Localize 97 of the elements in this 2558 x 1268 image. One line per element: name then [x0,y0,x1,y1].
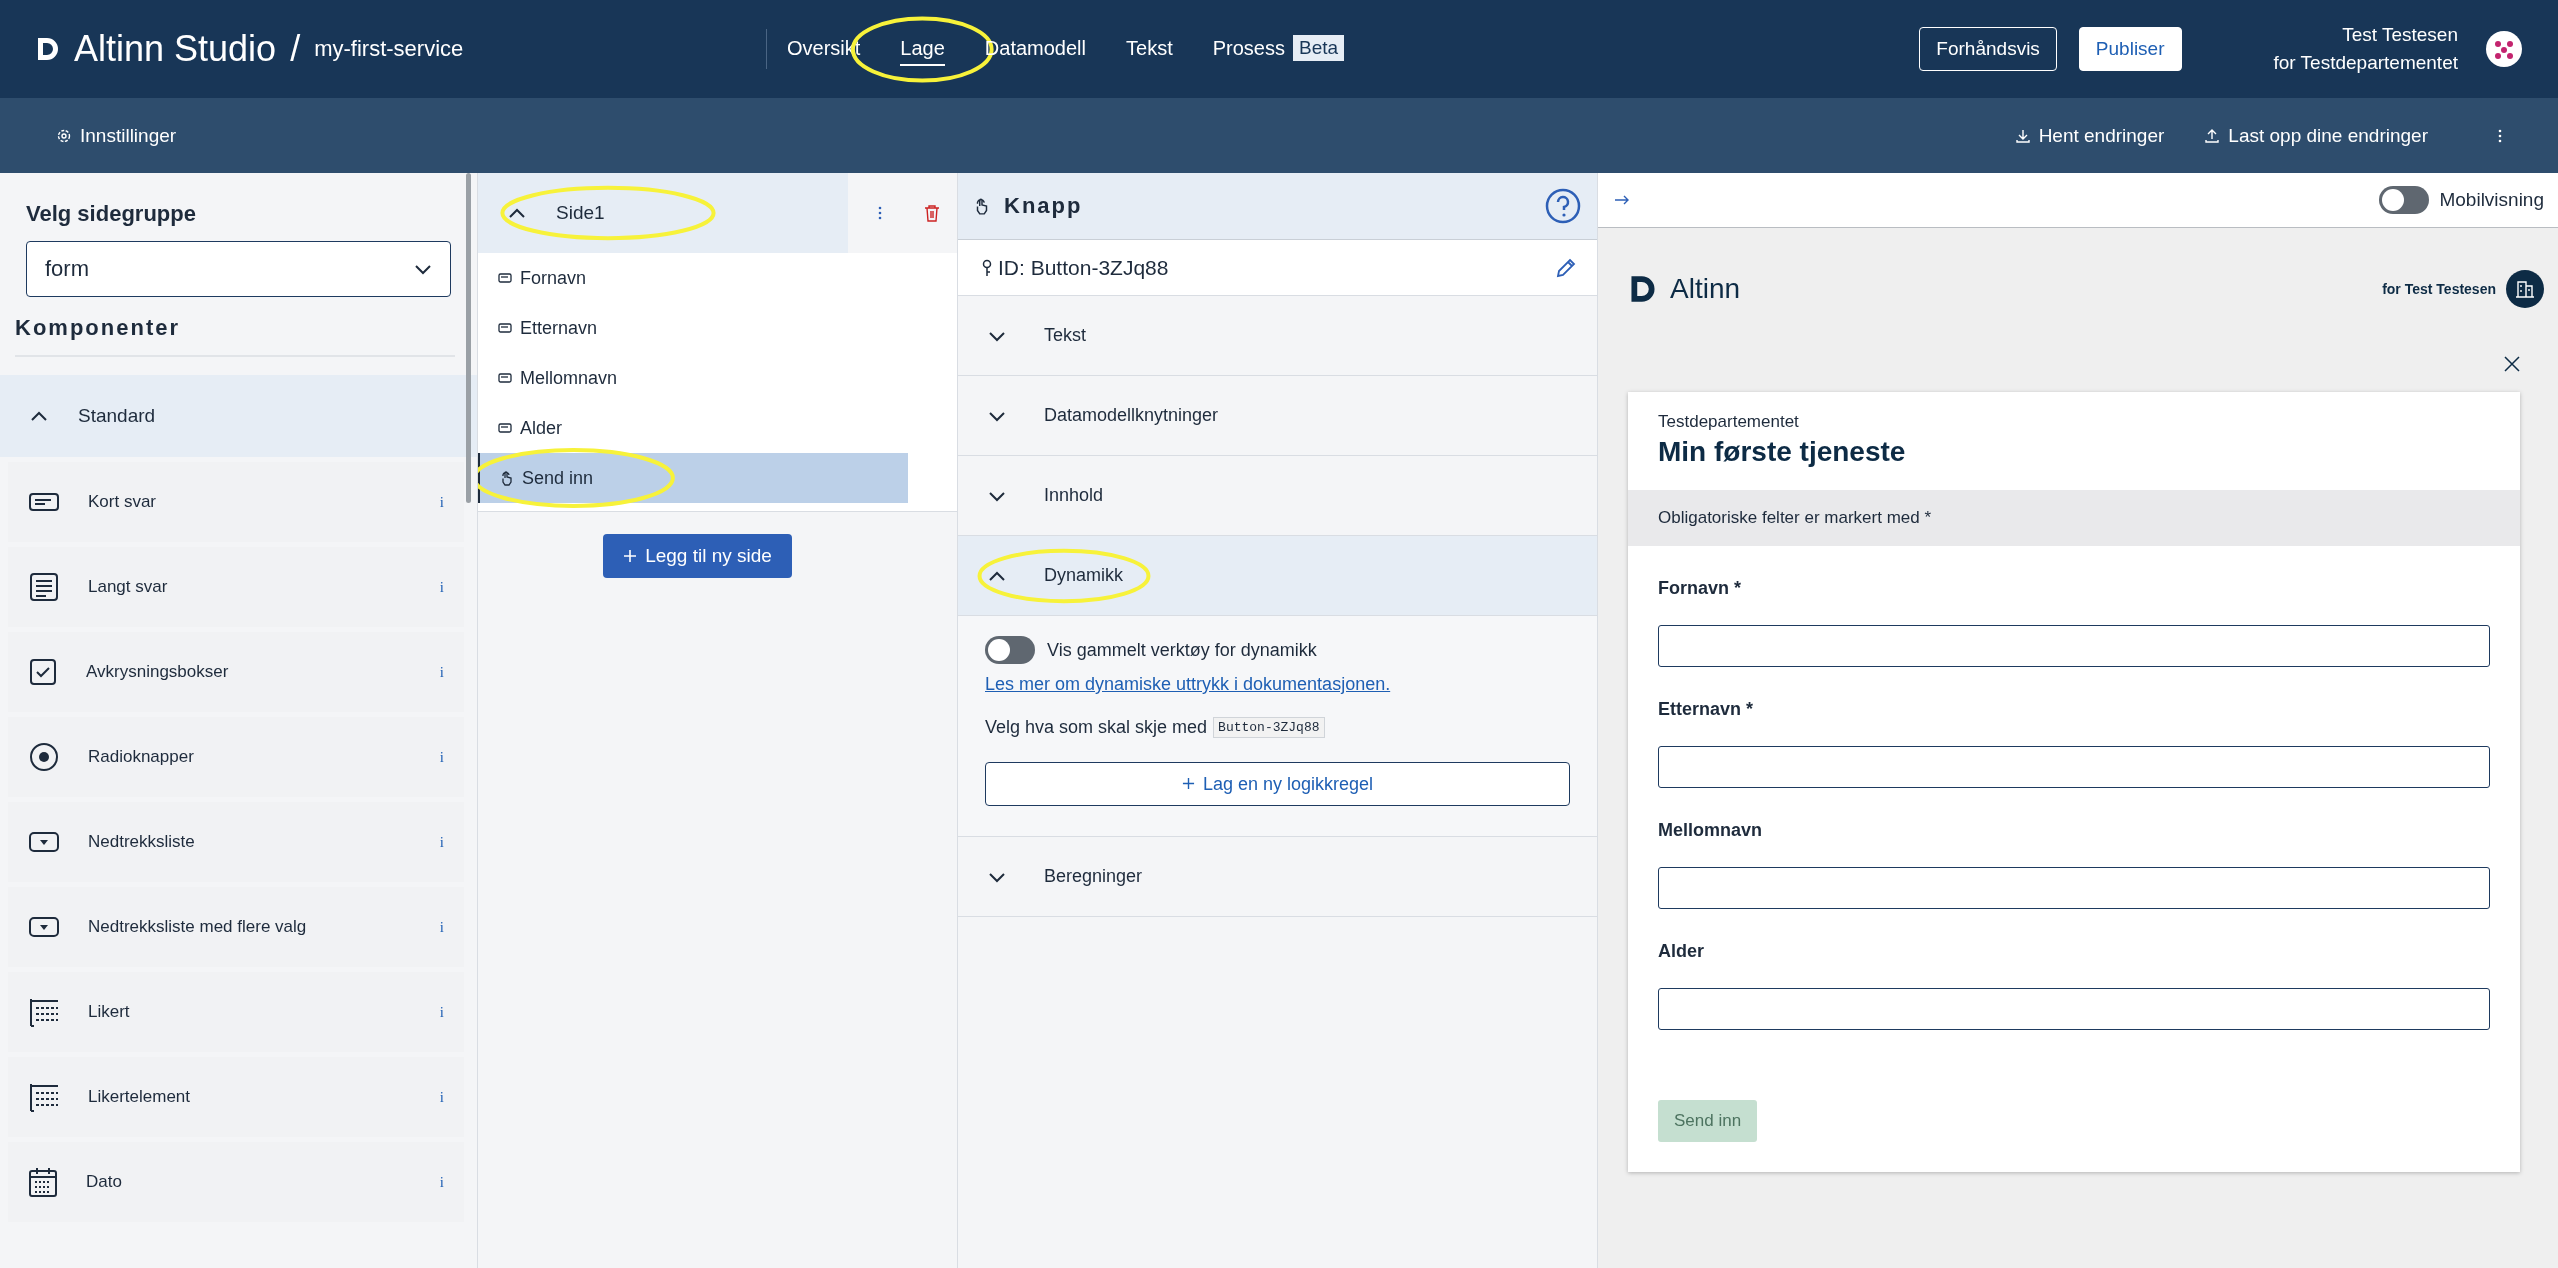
brand-name: Altinn [1670,273,1741,305]
app-logo: Altinn Studio [74,28,277,70]
chevron-down-icon [988,409,1006,422]
logo-icon [36,36,60,62]
rule-prompt: Velg hva som skal skje med [985,717,1208,738]
page-header[interactable]: Side1 [478,173,848,253]
plus-icon [1181,776,1195,790]
settings-link[interactable]: Innstillinger [56,124,177,147]
building-icon[interactable] [2506,270,2544,308]
scrollbar[interactable] [466,173,471,503]
dropdown-icon [28,915,60,939]
help-icon[interactable] [1545,188,1581,224]
page-group-select[interactable]: form [26,241,451,297]
panel-title: Knapp [1004,193,1083,219]
component-id-code: Button-3ZJq88 [1213,717,1325,738]
field-label: Fornavn * [1658,578,1742,599]
panel-title: Komponenter [15,315,455,357]
chevron-down-icon [988,489,1006,502]
calendar-icon [28,1166,58,1198]
hand-pointer-icon [974,197,990,215]
tree-item[interactable]: Send inn [478,453,908,503]
toggle-switch[interactable] [985,636,1035,664]
hand-pointer-icon [500,470,514,486]
party-name: for Test Testesen [2382,281,2496,297]
gear-icon [56,127,72,144]
nav-tab[interactable]: Lage [900,32,945,66]
dropdown-icon [28,830,60,854]
user-org: for Testdepartementet [2273,51,2458,75]
key-icon [982,258,992,277]
documentation-link[interactable]: Les mer om dynamiske uttrykk i dokumentasjonen. [985,674,1391,695]
chevron-down-icon [988,870,1006,883]
beta-badge: Beta [1292,35,1345,61]
tree-item[interactable]: Alder [478,403,908,453]
section-label: Velg sidegruppe [26,201,197,227]
toggle-switch[interactable] [2379,186,2430,214]
accordion-header[interactable]: Dynamikk [958,536,1597,616]
radio-icon [28,741,60,773]
field-label: Alder [1658,941,1705,962]
download-icon [2014,127,2031,144]
tree-item[interactable]: Etternavn [478,303,908,353]
fetch-changes-link[interactable]: Hent endringer [2014,124,2165,147]
info-icon[interactable]: i [439,663,444,681]
nav-tab[interactable]: Tekst [1126,32,1173,66]
upload-changes-link[interactable]: Last opp dine endringer [2204,124,2428,147]
text-field-icon [498,322,512,334]
checkbox-icon [28,657,58,687]
text-area-icon [28,571,60,603]
delete-icon[interactable] [924,204,940,222]
info-icon[interactable]: i [439,748,444,766]
form-title: Min første tjeneste [1658,436,1907,468]
info-icon[interactable]: i [439,578,444,596]
component-id: ID: Button-3ZJq88 [998,255,1169,280]
more-icon[interactable] [2498,127,2502,144]
info-icon[interactable]: i [439,918,444,936]
input-field[interactable] [1658,988,2490,1030]
add-page-button[interactable]: Legg til ny side [603,534,792,578]
text-field-icon [498,272,512,284]
app-name: my-first-service [314,36,464,62]
plus-icon [623,549,638,563]
info-icon[interactable]: i [439,1088,444,1106]
add-rule-button[interactable]: Lag en ny logikkregel [985,762,1570,806]
preview-button[interactable]: Forhåndsvis [1919,27,2057,71]
tree-item[interactable]: Mellomnavn [478,353,908,403]
field-label: Mellomnavn [1658,820,1764,841]
toggle-label: Vis gammelt verktøy for dynamikk [1047,639,1317,661]
category-header[interactable]: Standard [0,375,477,457]
field-label: Etternavn * [1658,699,1755,720]
likert-icon [28,997,60,1027]
close-icon[interactable] [2504,356,2520,372]
chevron-up-icon [988,569,1006,582]
likert-icon [28,1082,60,1112]
publish-button[interactable]: Publiser [2078,27,2182,71]
chevron-up-icon [30,410,48,422]
input-field[interactable] [1658,746,2490,788]
text-field-icon [498,372,512,384]
toggle-label: Mobilvisning [2439,189,2544,211]
chevron-up-icon [508,207,526,219]
more-icon[interactable] [878,206,882,220]
input-field[interactable] [1658,625,2490,667]
user-name: Test Testesen [2342,23,2458,48]
input-field[interactable] [1658,867,2490,909]
chevron-down-icon [414,263,432,275]
text-field-icon [498,422,512,434]
required-note: Obligatoriske felter er markert med * [1628,490,2520,546]
upload-icon [2204,127,2221,144]
info-icon[interactable]: i [439,833,444,851]
info-icon[interactable]: i [439,1173,444,1191]
tree-item[interactable]: Fornavn [478,253,908,303]
organisation-name: Testdepartementet [1658,412,1800,432]
breadcrumb-separator: / [290,28,301,70]
info-icon[interactable]: i [439,1003,444,1021]
arrow-right-icon[interactable] [1614,195,1630,205]
info-icon[interactable]: i [439,493,444,511]
avatar-icon[interactable] [2486,31,2522,67]
chevron-down-icon [988,329,1006,342]
nav-tab[interactable]: Prosess Beta [1212,31,1345,67]
edit-icon[interactable] [1555,256,1577,279]
